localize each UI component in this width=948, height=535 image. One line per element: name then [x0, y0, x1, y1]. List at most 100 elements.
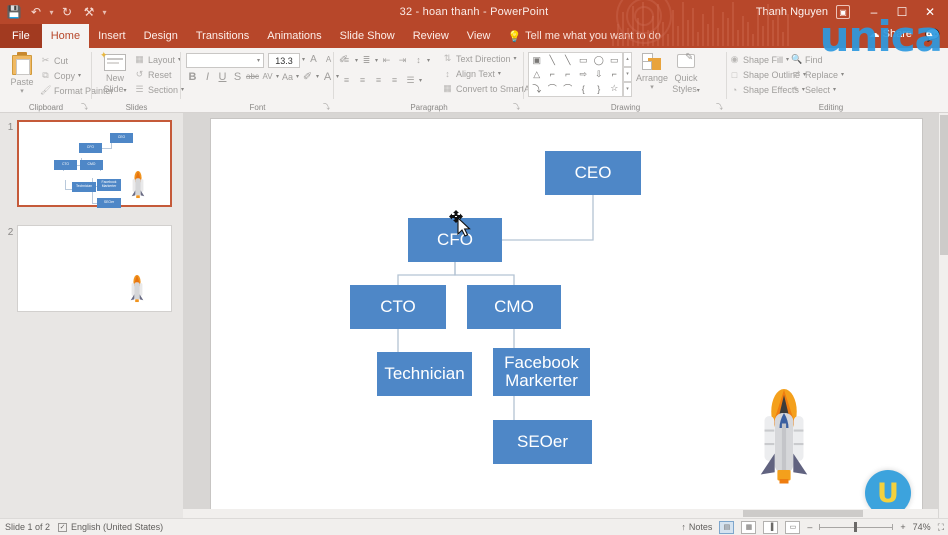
- org-box-seoer[interactable]: SEOer: [493, 420, 592, 464]
- shapes-scroll-up-icon[interactable]: ▴: [623, 52, 632, 67]
- paste-button[interactable]: Paste ▾: [4, 52, 40, 95]
- shape-oval-icon[interactable]: ◯: [594, 55, 604, 66]
- org-box-technician[interactable]: Technician: [377, 352, 472, 396]
- justify-button[interactable]: ≡: [387, 73, 402, 87]
- zoom-slider-handle[interactable]: [854, 522, 857, 532]
- shape-elbow-arrow-icon[interactable]: ⌐: [565, 69, 570, 79]
- arrange-button[interactable]: Arrange ▾: [636, 52, 668, 91]
- line-spacing-caret[interactable]: ▾: [427, 57, 430, 64]
- italic-button[interactable]: I: [201, 71, 214, 83]
- change-case-caret[interactable]: ▾: [296, 73, 299, 80]
- horizontal-scrollbar[interactable]: [183, 509, 938, 518]
- copy-caret[interactable]: ▾: [78, 72, 81, 79]
- columns-caret[interactable]: ▾: [419, 77, 422, 84]
- tab-home[interactable]: Home: [42, 24, 89, 48]
- drawing-dialog-launcher[interactable]: ⤵: [716, 102, 723, 112]
- quick-styles-button[interactable]: ✎ Quick Styles▾: [670, 52, 702, 94]
- org-box-cto[interactable]: CTO: [350, 285, 446, 329]
- shapes-scroll-down-icon[interactable]: ▾: [623, 67, 632, 82]
- select-button[interactable]: ↖ Select ▾: [791, 82, 844, 97]
- fit-to-window-button[interactable]: ⛶: [938, 522, 944, 533]
- slide-show-view-button[interactable]: ▭: [785, 521, 800, 534]
- text-shadow-button[interactable]: S: [231, 71, 244, 83]
- shape-line-icon[interactable]: ╲: [550, 55, 555, 66]
- change-case-button[interactable]: Aa: [281, 72, 294, 82]
- thumbnail-preview-2[interactable]: [17, 225, 172, 312]
- font-name-caret[interactable]: ▾: [257, 57, 260, 64]
- zoom-in-button[interactable]: +: [900, 522, 905, 532]
- text-direction-caret[interactable]: ▾: [514, 55, 517, 62]
- normal-view-button[interactable]: ▤: [719, 521, 734, 534]
- slide-counter[interactable]: Slide 1 of 2: [5, 522, 50, 532]
- org-box-cmo[interactable]: CMO: [467, 285, 561, 329]
- shape-flowchart-icon[interactable]: ⌐: [612, 69, 617, 79]
- align-text-caret[interactable]: ▾: [498, 70, 501, 77]
- font-dialog-launcher[interactable]: ⤵: [323, 102, 330, 112]
- shape-arc-icon[interactable]: ⌒: [563, 82, 572, 95]
- close-button[interactable]: ✕: [916, 0, 944, 24]
- shape-freeform-icon[interactable]: ⤵: [532, 82, 541, 95]
- bullets-caret[interactable]: ▾: [355, 57, 358, 64]
- font-name-input[interactable]: ▾: [186, 53, 264, 68]
- language-label[interactable]: English (United States): [71, 522, 163, 532]
- bullets-button[interactable]: ≡: [339, 53, 354, 67]
- shape-textbox-icon[interactable]: ▣: [532, 55, 541, 66]
- space-shuttle-image[interactable]: [754, 387, 814, 487]
- vertical-scroll-thumb[interactable]: [940, 115, 948, 255]
- increase-indent-button[interactable]: ⇥: [395, 53, 410, 67]
- paragraph-dialog-launcher[interactable]: ⤵: [513, 102, 520, 112]
- horizontal-scroll-thumb[interactable]: [743, 510, 863, 517]
- share-button[interactable]: ☁ Share: [869, 27, 912, 40]
- align-left-button[interactable]: ≡: [339, 73, 354, 87]
- numbering-button[interactable]: ≣: [359, 53, 374, 67]
- shapes-gallery-scroll[interactable]: ▴ ▾ ▾: [623, 52, 632, 97]
- text-highlight-button[interactable]: ✐: [301, 70, 314, 83]
- section-button[interactable]: ☰ Section ▾: [134, 82, 184, 97]
- numbering-caret[interactable]: ▾: [375, 57, 378, 64]
- shape-triangle-icon[interactable]: △: [533, 69, 540, 80]
- zoom-level[interactable]: 74%: [913, 522, 931, 532]
- shape-arrow-icon[interactable]: ╲: [565, 55, 570, 66]
- shape-rounded-rect-icon[interactable]: ▭: [610, 55, 619, 66]
- replace-caret[interactable]: ▾: [841, 71, 844, 78]
- font-size-caret[interactable]: ▾: [302, 56, 305, 63]
- align-right-button[interactable]: ≡: [371, 73, 386, 87]
- arrange-caret[interactable]: ▾: [636, 83, 668, 91]
- slide-workspace[interactable]: CEO CFO CTO CMO Technician Facebook Mark…: [183, 113, 948, 518]
- thumbnail-item-1[interactable]: 1 CEO CFO CTO CMO Technician Facebook Ma…: [4, 120, 172, 207]
- paste-caret[interactable]: ▾: [4, 87, 40, 95]
- shape-right-arrow-icon[interactable]: ⇨: [579, 69, 587, 80]
- align-center-button[interactable]: ≡: [355, 73, 370, 87]
- columns-button[interactable]: ☰: [403, 73, 418, 87]
- tab-file[interactable]: File: [0, 24, 42, 48]
- strikethrough-button[interactable]: abc: [246, 72, 259, 81]
- replace-button[interactable]: ⇄ Replace ▾: [791, 67, 844, 82]
- user-account-name[interactable]: Thanh Nguyen: [756, 6, 836, 18]
- tab-view[interactable]: View: [458, 24, 500, 48]
- shape-right-brace-icon[interactable]: }: [597, 84, 600, 94]
- comments-icon[interactable]: 💬: [925, 28, 940, 42]
- character-spacing-button[interactable]: AV: [261, 72, 274, 81]
- tell-me-search[interactable]: 💡 Tell me what you want to do: [499, 24, 660, 48]
- minimize-button[interactable]: –: [860, 0, 888, 24]
- zoom-slider[interactable]: [819, 521, 893, 533]
- thumbnail-item-2[interactable]: 2: [4, 225, 172, 312]
- line-spacing-button[interactable]: ↕: [411, 53, 426, 67]
- text-highlight-caret[interactable]: ▾: [316, 73, 319, 80]
- tab-design[interactable]: Design: [135, 24, 187, 48]
- align-text-button[interactable]: ↕ Align Text ▾: [442, 66, 536, 81]
- org-box-cfo[interactable]: CFO: [408, 218, 502, 262]
- increase-font-size-button[interactable]: A: [307, 54, 320, 65]
- account-icon[interactable]: ▣: [836, 5, 850, 19]
- character-spacing-caret[interactable]: ▾: [276, 73, 279, 80]
- shapes-gallery[interactable]: ▣ ╲ ╲ ▭ ◯ ▭ △ ⌐ ⌐ ⇨ ⇩ ⌐ ⤵ ⌒ ⌒ { } ☆: [528, 52, 623, 97]
- shape-left-brace-icon[interactable]: {: [582, 84, 585, 94]
- reading-view-button[interactable]: ▐: [763, 521, 778, 534]
- tab-insert[interactable]: Insert: [89, 24, 135, 48]
- org-box-ceo[interactable]: CEO: [545, 151, 641, 195]
- tab-slide-show[interactable]: Slide Show: [331, 24, 404, 48]
- bold-button[interactable]: B: [186, 71, 199, 83]
- find-button[interactable]: 🔍 Find: [791, 52, 844, 67]
- shape-down-arrow-icon[interactable]: ⇩: [595, 69, 603, 80]
- shape-rectangle-icon[interactable]: ▭: [579, 55, 588, 66]
